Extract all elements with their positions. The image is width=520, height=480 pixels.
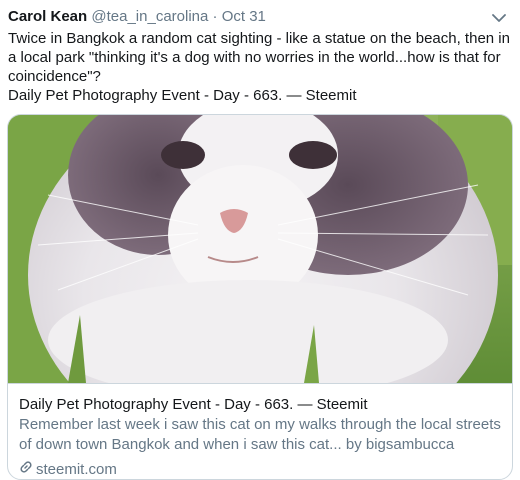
card-description: Remember last week i saw this cat on my … [19,415,507,455]
link-preview-card[interactable]: Daily Pet Photography Event - Day - 663.… [7,114,513,480]
tweet-date[interactable]: Oct 31 [222,8,266,25]
separator-dot: · [212,8,218,25]
chevron-down-icon[interactable] [490,9,508,27]
card-image-cat[interactable] [8,115,513,383]
card-title[interactable]: Daily Pet Photography Event - Day - 663.… [19,395,368,414]
tweet-header: Carol Kean @tea_in_carolina · Oct 31 [8,6,512,28]
card-domain-text[interactable]: steemit.com [36,460,117,479]
author-handle[interactable]: @tea_in_carolina [91,8,208,25]
tweet-text-line: Daily Pet Photography Event - Day - 663.… [8,87,357,104]
tweet-text-line: Twice in Bangkok a random cat sighting -… [8,30,510,47]
card-description-line: of down town Bangkok and when i saw this… [19,436,455,453]
card-body[interactable]: Daily Pet Photography Event - Day - 663.… [8,383,512,478]
link-icon [19,460,33,479]
tweet-text: Twice in Bangkok a random cat sighting -… [8,29,513,105]
author-name[interactable]: Carol Kean [8,8,87,25]
tweet-text-line: coincidence"? [8,68,101,85]
card-domain[interactable]: steemit.com [19,460,117,479]
card-description-line: Remember last week i saw this cat on my … [19,416,501,433]
tweet-text-line: a local park "thinking it's a dog with n… [8,49,501,66]
